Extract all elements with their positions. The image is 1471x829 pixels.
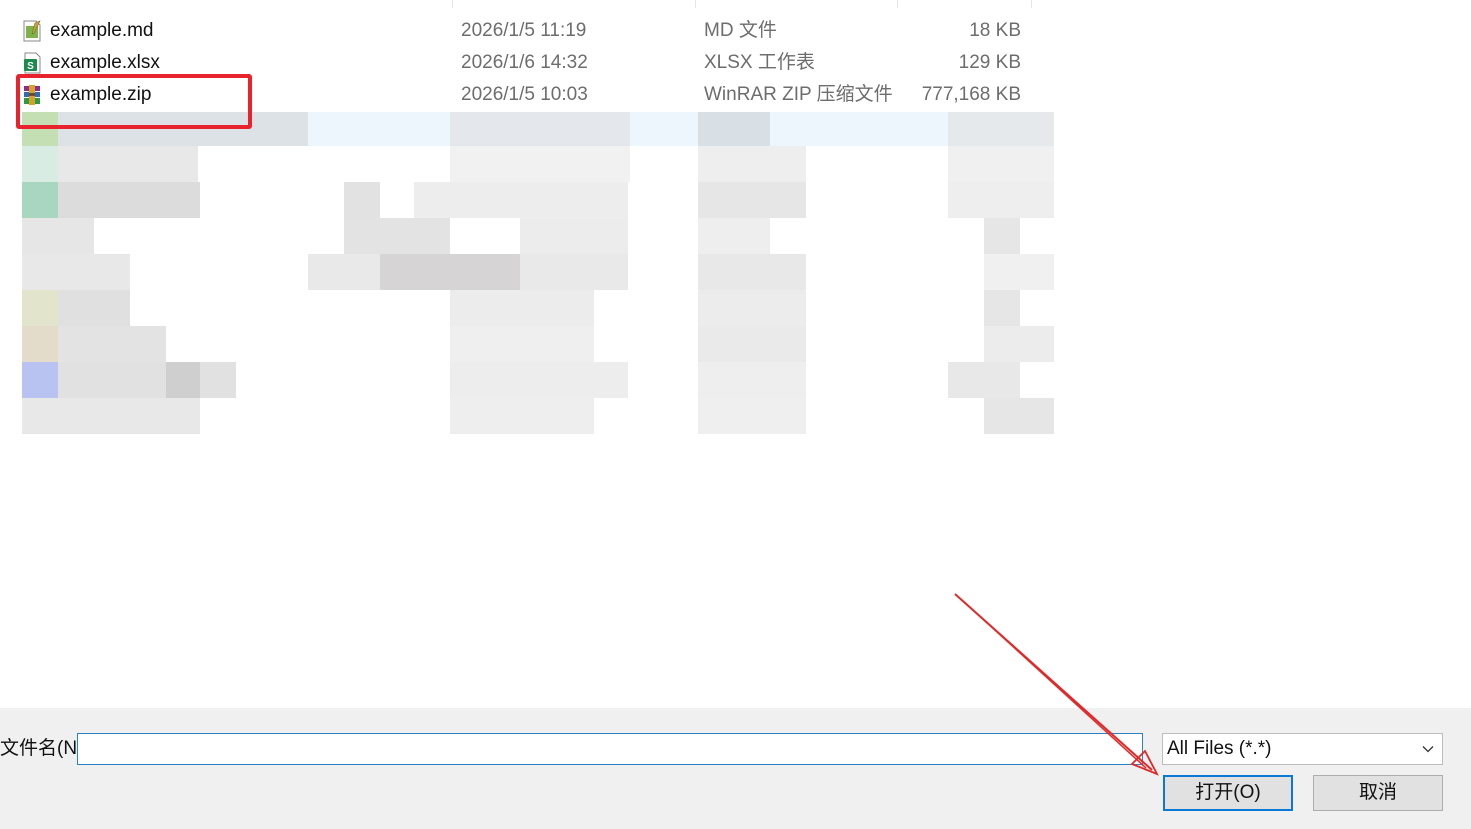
redacted-block [698, 254, 806, 290]
redacted-block [698, 326, 806, 362]
redacted-block [58, 362, 236, 398]
redacted-block [948, 362, 1020, 398]
redacted-block [22, 326, 58, 362]
redacted-block [450, 398, 594, 434]
file-list: example.md 2026/1/5 11:19 MD 文件 18 KB S … [0, 0, 1471, 708]
redacted-block [984, 326, 1054, 362]
redacted-block [166, 362, 200, 398]
redacted-block [984, 398, 1054, 434]
redacted-block [698, 112, 770, 146]
file-type-select[interactable]: All Files (*.*) [1162, 733, 1443, 765]
file-type-selected: All Files (*.*) [1167, 738, 1272, 759]
redacted-block [22, 290, 58, 326]
chevron-down-icon [1422, 746, 1434, 753]
redacted-block [58, 146, 198, 182]
redacted-block [698, 218, 770, 254]
redacted-block [450, 326, 594, 362]
redacted-block [984, 254, 1054, 290]
redacted-block [698, 362, 806, 398]
redacted-block [948, 112, 1054, 146]
redacted-block [22, 254, 130, 290]
redacted-block [698, 146, 806, 182]
redacted-block [344, 218, 450, 254]
redacted-block [984, 218, 1020, 254]
redacted-block [22, 398, 200, 434]
redacted-block [58, 182, 200, 218]
cancel-button[interactable]: 取消 [1313, 775, 1443, 811]
redacted-block [22, 362, 58, 398]
dialog-bottom-bar: 文件名(N): All Files (*.*) 打开(O) 取消 [0, 708, 1471, 829]
redacted-block [380, 254, 520, 290]
redacted-block [948, 182, 1054, 218]
redacted-block [58, 290, 130, 326]
redacted-block [450, 362, 628, 398]
redacted-block [698, 290, 806, 326]
redacted-block [344, 182, 380, 218]
redacted-block [948, 146, 1054, 182]
filename-input[interactable] [77, 733, 1143, 765]
redacted-block [984, 290, 1020, 326]
redacted-block [520, 218, 628, 254]
redacted-block [22, 182, 58, 218]
redacted-block [698, 398, 806, 434]
annotation-highlight-box [16, 74, 252, 129]
redacted-block [450, 112, 630, 146]
redacted-block [22, 218, 94, 254]
redacted-block [450, 146, 630, 182]
redacted-block [58, 326, 166, 362]
filename-label: 文件名(N): [0, 738, 89, 759]
redacted-block [22, 146, 58, 182]
redacted-block [450, 290, 594, 326]
open-button[interactable]: 打开(O) [1163, 775, 1293, 811]
selection-band [300, 112, 1030, 146]
redacted-block [698, 182, 806, 218]
redacted-block [414, 182, 628, 218]
